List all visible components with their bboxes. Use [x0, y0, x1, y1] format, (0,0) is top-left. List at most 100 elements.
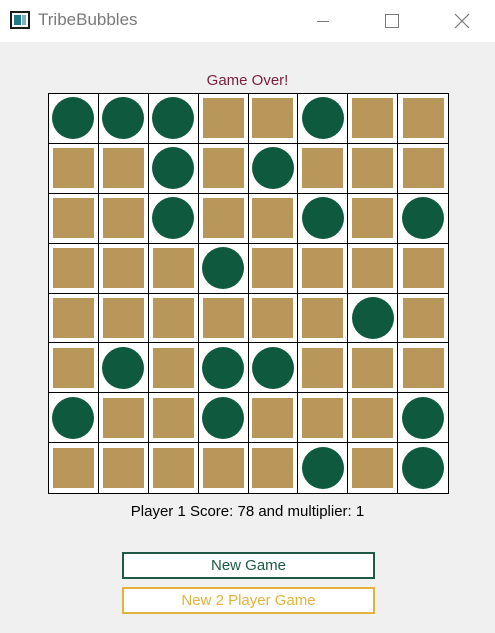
board-cell[interactable]: [348, 193, 399, 244]
board-cell[interactable]: [348, 243, 399, 294]
board-cell[interactable]: [198, 143, 249, 194]
tile-piece: [52, 148, 94, 189]
board-cell[interactable]: [49, 243, 99, 294]
board-cell[interactable]: [148, 343, 199, 394]
bubble-piece: [52, 97, 95, 140]
tile-piece: [52, 297, 94, 338]
board-cell[interactable]: [298, 243, 349, 294]
bubble-piece: [301, 197, 344, 240]
board-cell[interactable]: [248, 393, 299, 444]
board-cell[interactable]: [148, 94, 199, 144]
tile-piece: [202, 98, 244, 139]
tile-piece: [402, 297, 444, 338]
board-cell[interactable]: [248, 293, 299, 344]
tile-piece: [352, 347, 394, 388]
board-cell[interactable]: [148, 243, 199, 294]
board-cell[interactable]: [298, 293, 349, 344]
board-cell[interactable]: [198, 393, 249, 444]
board-cell[interactable]: [298, 443, 349, 493]
board-cell[interactable]: [49, 443, 99, 493]
app-icon-pane: [22, 15, 26, 25]
board-cell[interactable]: [298, 193, 349, 244]
tile-piece: [152, 347, 194, 388]
board-cell[interactable]: [298, 94, 349, 144]
tile-piece: [402, 347, 444, 388]
tile-piece: [352, 98, 394, 139]
board-cell[interactable]: [98, 343, 149, 394]
title-bar: TribeBubbles: [0, 0, 495, 42]
tile-piece: [52, 448, 94, 489]
board-cell[interactable]: [148, 143, 199, 194]
tile-piece: [302, 248, 344, 289]
board-cell[interactable]: [149, 443, 199, 493]
board-cell[interactable]: [248, 343, 299, 394]
board-cell[interactable]: [248, 193, 299, 244]
tile-piece: [202, 198, 244, 239]
board-cell[interactable]: [148, 293, 199, 344]
tile-piece: [252, 397, 294, 438]
close-button[interactable]: [439, 0, 485, 42]
maximize-icon: [385, 14, 399, 28]
game-board: [48, 93, 449, 494]
board-cell[interactable]: [49, 193, 99, 244]
board-cell[interactable]: [49, 343, 99, 394]
tile-piece: [302, 148, 344, 189]
board-cell[interactable]: [248, 94, 299, 144]
board-cell[interactable]: [98, 393, 149, 444]
board-cell[interactable]: [398, 244, 448, 294]
board-cell[interactable]: [348, 443, 399, 493]
board-cell[interactable]: [248, 243, 299, 294]
board-cell[interactable]: [398, 393, 448, 444]
board-cell[interactable]: [198, 94, 249, 144]
close-icon: [454, 13, 470, 29]
board-cell[interactable]: [348, 94, 399, 144]
bubble-piece: [202, 346, 245, 389]
board-cell[interactable]: [298, 143, 349, 194]
bubble-piece: [102, 346, 145, 389]
board-cell[interactable]: [398, 144, 448, 194]
board-cell[interactable]: [99, 443, 149, 493]
board-cell[interactable]: [98, 94, 149, 144]
board-cell[interactable]: [398, 294, 448, 344]
board-cell[interactable]: [49, 143, 99, 194]
board-cell[interactable]: [398, 343, 448, 394]
board-cell[interactable]: [49, 393, 99, 444]
board-cell[interactable]: [348, 393, 399, 444]
bubble-piece: [251, 346, 294, 389]
tile-piece: [252, 98, 294, 139]
board-cell[interactable]: [248, 143, 299, 194]
tile-piece: [352, 397, 394, 438]
new-game-button[interactable]: New Game: [122, 552, 375, 579]
tile-piece: [252, 297, 294, 338]
bubble-piece: [402, 396, 445, 439]
tile-piece: [102, 297, 144, 338]
board-cell[interactable]: [198, 193, 249, 244]
minimize-button[interactable]: [300, 0, 346, 42]
window-title: TribeBubbles: [38, 10, 138, 29]
board-cell[interactable]: [198, 243, 249, 294]
board-cell[interactable]: [348, 343, 399, 394]
board-cell[interactable]: [148, 193, 199, 244]
board-cell[interactable]: [98, 193, 149, 244]
board-cell[interactable]: [98, 293, 149, 344]
board-cell[interactable]: [398, 443, 448, 493]
board-cell[interactable]: [98, 143, 149, 194]
board-cell[interactable]: [249, 443, 299, 493]
maximize-button[interactable]: [369, 0, 415, 42]
board-cell[interactable]: [298, 343, 349, 394]
board-cell[interactable]: [348, 143, 399, 194]
board-cell[interactable]: [49, 293, 99, 344]
board-cell[interactable]: [398, 94, 448, 144]
new-two-player-game-button[interactable]: New 2 Player Game: [122, 587, 375, 614]
board-cell[interactable]: [148, 393, 199, 444]
board-cell[interactable]: [49, 94, 99, 144]
board-cell[interactable]: [198, 343, 249, 394]
game-status: Game Over!: [206, 72, 289, 89]
bubble-piece: [152, 97, 195, 140]
board-cell[interactable]: [298, 393, 349, 444]
board-cell[interactable]: [398, 194, 448, 244]
board-cell[interactable]: [199, 443, 249, 493]
board-cell[interactable]: [198, 293, 249, 344]
board-cell[interactable]: [98, 243, 149, 294]
board-cell[interactable]: [348, 293, 399, 344]
